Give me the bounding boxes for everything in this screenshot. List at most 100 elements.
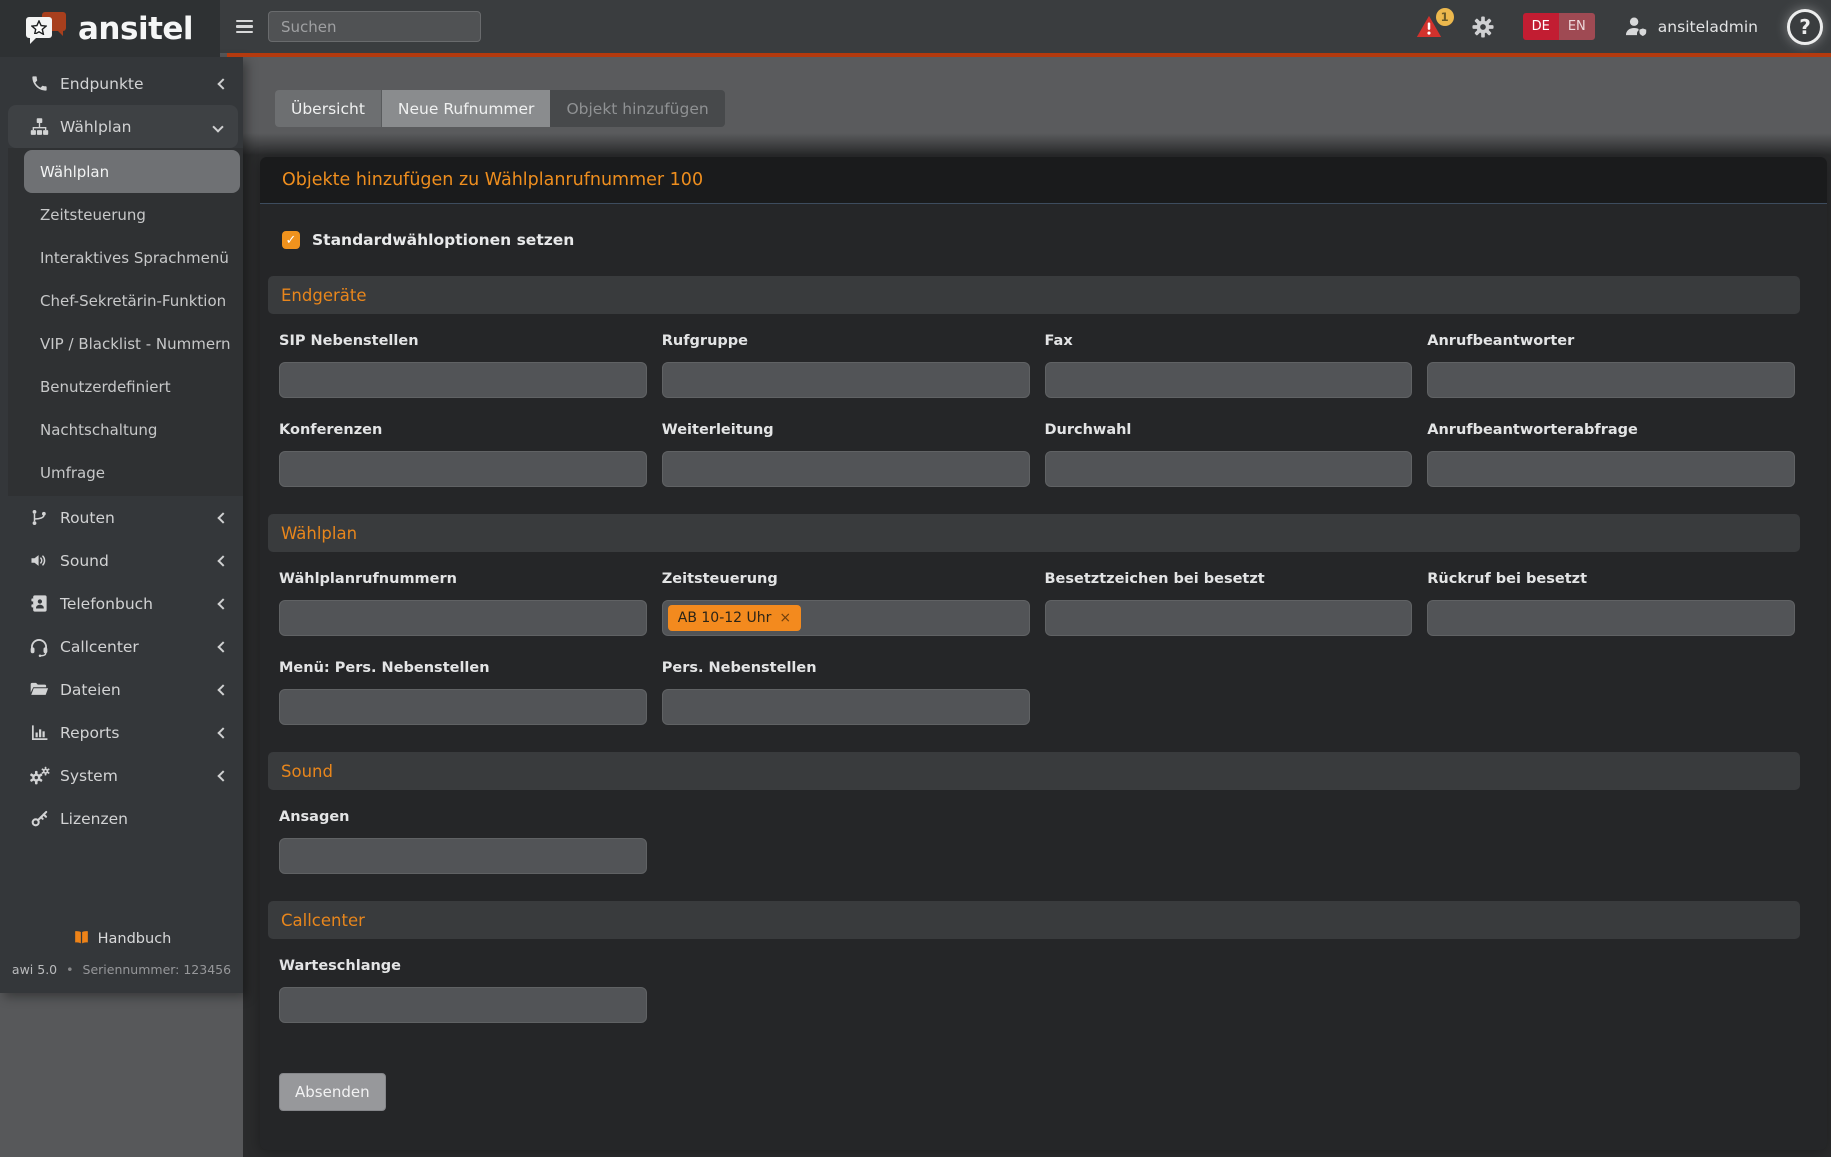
key-icon [27, 809, 51, 828]
section-header-callcenter: Callcenter [268, 901, 1800, 939]
main-content: Übersicht Neue Rufnummer Objekt hinzufüg… [243, 57, 1831, 1157]
logo-speech-bubbles-icon [26, 11, 68, 47]
pers-nebenstellen-input[interactable] [662, 689, 1030, 725]
submenu-item-nachtschaltung[interactable]: Nachtschaltung [8, 408, 243, 451]
remove-tag-icon[interactable]: × [779, 610, 791, 626]
version-info: awi 5.0 • Seriennummer: 123456 [0, 962, 243, 977]
menue-pers-nebenstellen-input[interactable] [279, 689, 647, 725]
rufgruppe-input[interactable] [662, 362, 1030, 398]
submenu-item-chef-sekretaerin-funktion[interactable]: Chef-Sekretärin-Funktion [8, 279, 243, 322]
section-header-endgeraete: Endgeräte [268, 276, 1800, 314]
headset-icon [27, 637, 51, 657]
sidebar-item-telefonbuch[interactable]: Telefonbuch [0, 582, 243, 625]
search-input[interactable] [268, 11, 481, 42]
manual-label: Handbuch [98, 931, 172, 947]
sidebar-submenu-waehlplan: Wählplan Zeitsteuerung Interaktives Spra… [8, 148, 243, 496]
alert-count-badge: 1 [1436, 8, 1454, 26]
folder-open-icon [27, 680, 51, 699]
submenu-item-vip-blacklist-nummern[interactable]: VIP / Blacklist - Nummern [8, 322, 243, 365]
warteschlange-input[interactable] [279, 987, 647, 1023]
lang-de-button[interactable]: DE [1523, 13, 1559, 40]
gears-icon [27, 766, 51, 786]
field-sip-nebenstellen: SIP Nebenstellen [279, 333, 647, 398]
field-ansagen: Ansagen [279, 809, 647, 874]
sidebar-item-dateien[interactable]: Dateien [0, 668, 243, 711]
section-header-waehlplan: Wählplan [268, 514, 1800, 552]
sip-nebenstellen-input[interactable] [279, 362, 647, 398]
tab-objekt-hinzufuegen[interactable]: Objekt hinzufügen [550, 90, 724, 127]
endgeraete-fields: SIP Nebenstellen Rufgruppe Fax Anrufbean… [279, 333, 1795, 487]
address-book-icon [27, 594, 51, 613]
sidebar-item-lizenzen[interactable]: Lizenzen [0, 797, 243, 840]
field-anrufbeantworterabfrage: Anrufbeantworterabfrage [1427, 422, 1795, 487]
chevron-left-icon [217, 770, 228, 781]
sidebar-item-endpunkte[interactable]: Endpunkte [0, 62, 243, 105]
page-title: Objekte hinzufügen zu Wählplanrufnummer … [282, 170, 703, 190]
user-menu[interactable]: ansiteladmin [1624, 15, 1758, 38]
alerts-button[interactable]: 1 [1416, 15, 1443, 39]
konferenzen-input[interactable] [279, 451, 647, 487]
field-pers-nebenstellen: Pers. Nebenstellen [662, 660, 1030, 725]
sidebar-item-reports[interactable]: Reports [0, 711, 243, 754]
fax-input[interactable] [1045, 362, 1413, 398]
tab-neue-rufnummer[interactable]: Neue Rufnummer [382, 90, 551, 127]
sidebar-item-callcenter[interactable]: Callcenter [0, 625, 243, 668]
field-konferenzen: Konferenzen [279, 422, 647, 487]
sound-fields: Ansagen [279, 809, 1795, 874]
chevron-left-icon [217, 684, 228, 695]
sidebar-item-waehlplan-group[interactable]: Wählplan [8, 105, 238, 148]
serial-label: Seriennummer: 123456 [83, 962, 232, 977]
ansagen-input[interactable] [279, 838, 647, 874]
chevron-left-icon [217, 78, 228, 89]
sidebar-footer: Handbuch awi 5.0 • Seriennummer: 123456 [0, 930, 243, 993]
volume-icon [27, 551, 51, 570]
help-icon[interactable]: ? [1787, 9, 1823, 45]
submenu-item-umfrage[interactable]: Umfrage [8, 451, 243, 494]
sidebar-item-sound[interactable]: Sound [0, 539, 243, 582]
field-weiterleitung: Weiterleitung [662, 422, 1030, 487]
durchwahl-input[interactable] [1045, 451, 1413, 487]
checkbox-checked-icon[interactable]: ✓ [282, 231, 300, 249]
field-besetztzeichen-bei-besetzt: Besetztzeichen bei besetzt [1045, 571, 1413, 636]
sidebar-item-routen[interactable]: Routen [0, 496, 243, 539]
tab-uebersicht[interactable]: Übersicht [275, 90, 382, 127]
field-fax: Fax [1045, 333, 1413, 398]
brand-name: ansitel [78, 11, 193, 47]
book-icon [72, 930, 91, 947]
submit-button[interactable]: Absenden [279, 1073, 386, 1111]
chevron-left-icon [217, 598, 228, 609]
card-body: ✓ Standardwähloptionen setzen Endgeräte … [260, 231, 1827, 1111]
rueckruf-input[interactable] [1427, 600, 1795, 636]
hamburger-menu-icon[interactable] [236, 20, 253, 33]
tab-bar: Übersicht Neue Rufnummer Objekt hinzufüg… [275, 90, 725, 127]
topbar-right: 1 [1416, 9, 1831, 45]
section-header-sound: Sound [268, 752, 1800, 790]
waehlplan-fields: Wählplanrufnummern Zeitsteuerung AB 10-1… [279, 571, 1795, 725]
form-card: Objekte hinzufügen zu Wählplanrufnummer … [260, 157, 1827, 1150]
username-label: ansiteladmin [1658, 18, 1758, 36]
star-icon [31, 20, 47, 35]
zeitsteuerung-input[interactable]: AB 10-12 Uhr × [662, 600, 1030, 636]
submenu-item-zeitsteuerung[interactable]: Zeitsteuerung [8, 193, 243, 236]
anrufbeantworter-input[interactable] [1427, 362, 1795, 398]
chevron-left-icon [217, 512, 228, 523]
manual-link[interactable]: Handbuch [72, 930, 172, 947]
app-logo[interactable]: ansitel [0, 0, 220, 57]
sidebar-item-system[interactable]: System [0, 754, 243, 797]
field-waehlplanrufnummern: Wählplanrufnummern [279, 571, 647, 636]
field-rueckruf-bei-besetzt: Rückruf bei besetzt [1427, 571, 1795, 636]
language-switcher: DE EN [1523, 13, 1595, 40]
submenu-item-benutzerdefiniert[interactable]: Benutzerdefiniert [8, 365, 243, 408]
besetztzeichen-input[interactable] [1045, 600, 1413, 636]
gear-icon[interactable] [1472, 16, 1494, 38]
field-menue-pers-nebenstellen: Menü: Pers. Nebenstellen [279, 660, 647, 725]
chevron-left-icon [217, 727, 228, 738]
field-zeitsteuerung: Zeitsteuerung AB 10-12 Uhr × [662, 571, 1030, 636]
lang-en-button[interactable]: EN [1559, 13, 1595, 40]
waehlplanrufnummern-input[interactable] [279, 600, 647, 636]
anrufbeantworterabfrage-input[interactable] [1427, 451, 1795, 487]
submenu-item-interaktives-sprachmenue[interactable]: Interaktives Sprachmenü [8, 236, 243, 279]
weiterleitung-input[interactable] [662, 451, 1030, 487]
submenu-item-waehlplan[interactable]: Wählplan [24, 150, 240, 193]
code-branch-icon [27, 508, 51, 527]
